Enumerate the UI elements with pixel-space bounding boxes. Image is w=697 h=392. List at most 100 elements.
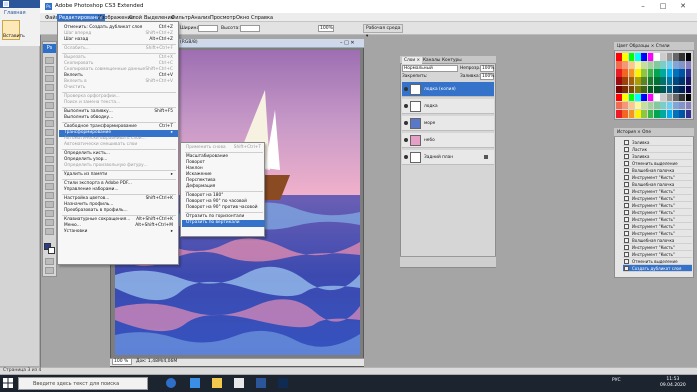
color-swatch[interactable] [635, 109, 641, 118]
color-swatch[interactable] [666, 93, 673, 102]
history-item[interactable]: Волшебная палочка [623, 167, 692, 174]
maximize-button[interactable]: □ [656, 2, 670, 11]
color-swatch[interactable] [616, 77, 622, 85]
color-swatch[interactable] [635, 77, 641, 85]
word-taskbar-icon[interactable] [256, 378, 266, 388]
color-swatch[interactable] [616, 109, 622, 118]
color-swatch[interactable] [628, 77, 635, 85]
blend-mode-select[interactable]: Нормальный [402, 65, 458, 72]
cortana-icon[interactable] [166, 378, 176, 388]
color-swatch[interactable] [673, 69, 679, 77]
color-swatch[interactable] [647, 93, 654, 102]
color-swatch[interactable] [622, 53, 629, 61]
color-swatch[interactable] [622, 109, 629, 118]
color-swatch[interactable] [622, 61, 629, 69]
color-swatch[interactable] [628, 85, 635, 94]
edit-menu-item[interactable]: Преобразовать в профиль... [64, 208, 128, 214]
history-item[interactable]: Создать дубликат слоя [623, 265, 692, 272]
color-swatch[interactable] [635, 61, 641, 69]
history-brush-tool-icon[interactable] [45, 138, 54, 145]
color-swatch[interactable] [622, 93, 629, 102]
history-item[interactable]: Заливка [623, 139, 692, 146]
edit-menu-item[interactable]: Установки [64, 229, 87, 235]
color-swatch[interactable] [673, 109, 679, 118]
color-swatch[interactable] [673, 77, 679, 85]
opacity-field[interactable]: 100% [480, 65, 494, 72]
history-item[interactable]: Инструмент "Кисть" [623, 230, 692, 237]
color-swatch[interactable] [628, 53, 635, 61]
color-swatch[interactable] [635, 85, 641, 94]
path-selection-tool-icon[interactable] [45, 201, 54, 208]
color-swatch[interactable] [654, 93, 660, 102]
edit-menu-item[interactable]: Удалить из памяти [64, 172, 107, 178]
height-field[interactable] [240, 25, 260, 32]
color-swatch[interactable] [641, 109, 648, 118]
crop-tool-icon[interactable] [45, 93, 54, 100]
color-swatch[interactable] [622, 69, 629, 77]
transform-submenu-item[interactable]: Поворот на 90° против часовой [186, 205, 258, 211]
background-color-swatch[interactable] [48, 247, 55, 254]
color-swatch[interactable] [654, 69, 660, 77]
layer-row[interactable]: лодка [402, 99, 494, 114]
marquee-tool-icon[interactable] [45, 66, 54, 73]
color-swatch[interactable] [641, 61, 648, 69]
history-item[interactable]: Инструмент "Кисть" [623, 195, 692, 202]
notes-tool-icon[interactable] [45, 219, 54, 226]
visibility-eye-icon[interactable] [404, 121, 408, 125]
color-swatch[interactable] [635, 53, 641, 61]
color-swatch[interactable] [685, 93, 692, 102]
history-item[interactable]: Инструмент "Кисть" [623, 188, 692, 195]
file-explorer-icon[interactable] [212, 378, 222, 388]
layer-row[interactable]: Задний план [402, 150, 494, 165]
color-swatch[interactable] [679, 77, 686, 85]
history-item[interactable]: Инструмент "Кисть" [623, 223, 692, 230]
color-swatch[interactable] [666, 77, 673, 85]
history-item[interactable]: Волшебная палочка [623, 181, 692, 188]
transform-submenu-item[interactable]: Деформация [186, 184, 215, 190]
color-swatch[interactable] [666, 85, 673, 94]
color-swatch[interactable] [679, 85, 686, 94]
magic-wand-tool-icon[interactable] [45, 84, 54, 91]
windows-start-icon[interactable] [3, 378, 13, 388]
color-swatch[interactable] [685, 61, 692, 69]
color-swatch[interactable] [654, 109, 660, 118]
eraser-tool-icon[interactable] [45, 147, 54, 154]
color-swatch[interactable] [628, 101, 635, 110]
history-item[interactable]: Ластик [623, 146, 692, 153]
color-swatch[interactable] [622, 85, 629, 94]
blur-tool-icon[interactable] [45, 165, 54, 172]
history-item[interactable]: Заливка [623, 153, 692, 160]
clone-stamp-tool-icon[interactable] [45, 129, 54, 136]
brush-tool-icon[interactable] [45, 120, 54, 127]
word-save-icon[interactable] [3, 1, 9, 7]
type-tool-icon[interactable] [45, 192, 54, 199]
taskbar-clock[interactable]: 11:53 09.04.2020 [660, 377, 686, 389]
layer-row[interactable]: море [402, 116, 494, 131]
color-swatch[interactable] [641, 53, 648, 61]
fill-field[interactable]: 100% [480, 73, 494, 80]
color-swatch[interactable] [685, 69, 692, 77]
history-item[interactable]: Отменить выделение [623, 258, 692, 265]
eyedropper-tool-icon[interactable] [45, 228, 54, 235]
color-swatch[interactable] [666, 53, 673, 61]
swatch-grid[interactable] [616, 53, 692, 118]
color-swatch[interactable] [660, 93, 667, 102]
history-item[interactable]: Инструмент "Кисть" [623, 202, 692, 209]
color-swatch[interactable] [679, 53, 686, 61]
visibility-eye-icon[interactable] [404, 104, 408, 108]
resolution-field[interactable]: 100% [318, 25, 334, 32]
photoshop-taskbar-icon[interactable] [278, 378, 288, 388]
color-swatch[interactable] [660, 85, 667, 94]
edit-menu-item[interactable]: Шаг назад [64, 37, 88, 43]
color-swatch[interactable] [666, 61, 673, 69]
color-swatch[interactable] [666, 69, 673, 77]
dodge-tool-icon[interactable] [45, 174, 54, 181]
color-swatch[interactable] [647, 85, 654, 94]
color-swatch[interactable] [660, 61, 667, 69]
lasso-tool-icon[interactable] [45, 75, 54, 82]
history-item[interactable]: Инструмент "Кисть" [623, 244, 692, 251]
color-swatch[interactable] [685, 109, 692, 118]
gradient-tool-icon[interactable] [45, 156, 54, 163]
chrome-icon[interactable] [234, 378, 244, 388]
tab-layers[interactable]: Слои × [402, 57, 423, 64]
